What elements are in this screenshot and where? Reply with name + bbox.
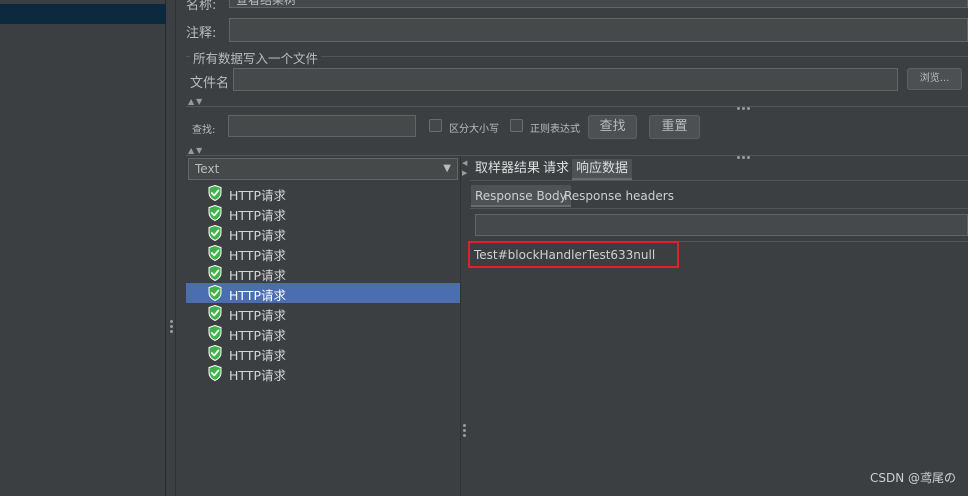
- tree-item-http-request[interactable]: HTTP请求: [186, 323, 460, 343]
- tree-item-http-request[interactable]: HTTP请求: [186, 263, 460, 283]
- tree-item-http-request[interactable]: HTTP请求: [186, 223, 460, 243]
- divider-handle-middle[interactable]: [737, 148, 752, 162]
- case-sensitive-label: 区分大小写: [449, 124, 499, 135]
- csdn-watermark: CSDN @鸢尾の: [869, 471, 956, 485]
- success-shield-icon: [208, 285, 222, 301]
- tree-item-http-request[interactable]: HTTP请求: [186, 183, 460, 203]
- tree-item-label: HTTP请求: [229, 188, 286, 203]
- regex-label: 正则表达式: [530, 124, 580, 135]
- tree-item-label: HTTP请求: [229, 248, 286, 263]
- success-shield-icon: [208, 365, 222, 381]
- case-sensitive-checkbox[interactable]: [429, 119, 442, 132]
- tab-response-data[interactable]: 响应数据: [572, 159, 633, 180]
- collapse-arrows-side[interactable]: ◀ ▶: [462, 158, 468, 178]
- browse-button[interactable]: 浏览...: [907, 68, 962, 90]
- section-title: 所有数据写入一个文件: [190, 48, 322, 67]
- tab-sampler-result[interactable]: 取样器结果: [475, 159, 540, 180]
- subtabs-underline: [470, 208, 968, 209]
- highlight-annotation-box: [468, 241, 679, 268]
- success-shield-icon: [208, 265, 222, 281]
- search-input[interactable]: [228, 115, 416, 137]
- response-search-input[interactable]: [475, 214, 968, 236]
- renderer-selected-value: Text: [195, 162, 220, 176]
- tree-item-label: HTTP请求: [229, 308, 286, 323]
- tab-request[interactable]: 请求: [543, 159, 569, 180]
- collapse-arrows-top[interactable]: ▲▼: [188, 97, 204, 106]
- tree-item-http-request[interactable]: HTTP请求: [186, 243, 460, 263]
- divider-handle-top[interactable]: [737, 99, 752, 113]
- success-shield-icon: [208, 225, 222, 241]
- tree-item-http-request[interactable]: HTTP请求: [186, 343, 460, 363]
- results-split-handle[interactable]: [463, 424, 466, 439]
- divider-top: [186, 106, 968, 107]
- find-button[interactable]: 查找: [588, 115, 637, 139]
- test-plan-tree-panel: [0, 0, 166, 496]
- success-shield-icon: [208, 245, 222, 261]
- results-split-gutter[interactable]: [460, 156, 467, 496]
- regex-checkbox[interactable]: [510, 119, 523, 132]
- tree-item-label: HTTP请求: [229, 228, 286, 243]
- reset-button[interactable]: 重置: [649, 115, 700, 139]
- split-pane-gutter[interactable]: [166, 0, 176, 496]
- test-plan-tree-selected-row[interactable]: [0, 4, 166, 24]
- comment-field[interactable]: [229, 18, 968, 42]
- success-shield-icon: [208, 205, 222, 221]
- tree-item-label: HTTP请求: [229, 348, 286, 363]
- split-pane-handle[interactable]: [170, 320, 173, 335]
- tree-item-http-request[interactable]: HTTP请求: [186, 363, 460, 383]
- tree-item-label: HTTP请求: [229, 328, 286, 343]
- tree-item-http-request[interactable]: HTTP请求: [186, 283, 460, 303]
- tabs-underline: [470, 180, 968, 181]
- success-shield-icon: [208, 185, 222, 201]
- tree-item-label: HTTP请求: [229, 268, 286, 283]
- tree-item-label: HTTP请求: [229, 208, 286, 223]
- subtab-response-headers[interactable]: Response headers: [564, 185, 674, 207]
- subtab-response-body[interactable]: Response Body: [471, 185, 571, 207]
- filename-field[interactable]: [233, 68, 898, 91]
- renderer-select[interactable]: Text ▼: [188, 158, 458, 180]
- collapse-arrows-middle[interactable]: ▲▼: [188, 146, 204, 155]
- filename-label: 文件名: [190, 76, 230, 91]
- divider-middle: [186, 155, 968, 156]
- search-label: 查找:: [192, 125, 216, 136]
- name-label: 名称:: [186, 0, 217, 13]
- name-field[interactable]: 查看结果树: [229, 0, 968, 8]
- chevron-down-icon: ▼: [443, 163, 451, 174]
- success-shield-icon: [208, 345, 222, 361]
- tree-item-label: HTTP请求: [229, 368, 286, 383]
- success-shield-icon: [208, 305, 222, 321]
- tree-item-http-request[interactable]: HTTP请求: [186, 303, 460, 323]
- tree-item-http-request[interactable]: HTTP请求: [186, 203, 460, 223]
- comment-label: 注释:: [186, 26, 217, 41]
- tree-item-label: HTTP请求: [229, 288, 286, 303]
- success-shield-icon: [208, 325, 222, 341]
